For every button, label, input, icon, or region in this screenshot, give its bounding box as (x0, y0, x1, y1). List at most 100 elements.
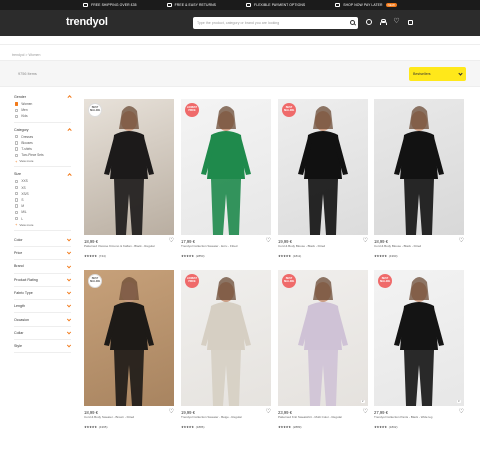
view-more-link[interactable]: + View more (14, 158, 71, 164)
return-icon (166, 3, 172, 7)
product-image[interactable]: BEST SELLING 2 (278, 270, 368, 406)
filter-option[interactable]: Kids (14, 113, 71, 119)
favorite-heart-icon[interactable]: ♡ (459, 238, 464, 244)
filter-group-collapsed[interactable]: Occasion (14, 313, 72, 327)
checkbox[interactable] (15, 198, 19, 202)
checkbox[interactable] (15, 216, 19, 221)
filter-group-header[interactable]: Category (14, 126, 72, 134)
star-rating-icon: ★★★★★ (278, 254, 291, 258)
checkbox[interactable] (15, 147, 19, 151)
product-image[interactable]: BEST SELLING (84, 99, 174, 235)
product-title[interactable]: Patterned Knit Sweatshirt - Multi Color … (278, 415, 366, 420)
logo[interactable]: trendyol (66, 16, 108, 28)
product-title[interactable]: Patterned Viscose Kimono & Kaftan - Blac… (84, 244, 172, 249)
filter-group-collapsed[interactable]: Product Rating (14, 274, 72, 287)
collapsed-filter-groups: Color Price Brand Product Rating Fabric Type… (14, 234, 72, 354)
model-silhouette (394, 106, 444, 235)
product-image[interactable]: LOWEST PRICE (181, 99, 271, 235)
plus-icon: + (15, 158, 18, 164)
product-rating: ★★★★★ (4390) (374, 254, 397, 258)
promo-item[interactable]: SHOP NOW PAY LATER NEW (335, 3, 397, 7)
star-rating-icon: ★★★★★ (181, 425, 194, 429)
promo-item[interactable]: FREE SHIPPING OVER £35 (83, 3, 137, 7)
product-title[interactable]: Trendyol Collection Sweater - Ecru - Fit… (181, 244, 269, 249)
favorite-heart-icon[interactable]: ♡ (363, 238, 368, 244)
search-bar[interactable] (193, 17, 358, 29)
wallet-icon (335, 3, 341, 7)
filter-group-title: Size (14, 172, 21, 177)
checkbox[interactable] (15, 141, 19, 145)
checkbox[interactable] (15, 153, 19, 157)
search-icon[interactable] (350, 20, 355, 25)
chevron-down-icon (458, 71, 463, 76)
checkbox[interactable] (15, 108, 19, 112)
checkbox[interactable] (15, 204, 19, 208)
new-badge: NEW (385, 3, 397, 7)
product-image[interactable]: BEST SELLING 3 (374, 270, 464, 406)
sort-dropdown[interactable]: Bestsellers (409, 67, 466, 81)
product-image[interactable] (374, 99, 464, 235)
favorite-heart-icon[interactable]: ♡ (169, 238, 174, 244)
filter-group-collapsed[interactable]: Style (14, 340, 72, 354)
chevron-down-icon (67, 317, 72, 321)
favorite-heart-icon[interactable]: ♡ (266, 238, 271, 244)
chevron-down-icon (67, 250, 72, 255)
rating-count: (4395) (98, 425, 108, 429)
chevron-down-icon (67, 330, 72, 335)
product-title[interactable]: Cord & Body Sweater - Brown - Fitted (84, 415, 172, 420)
view-more-label: View more (19, 159, 34, 164)
user-icon[interactable] (379, 18, 387, 25)
filter-group-collapsed[interactable]: Length (14, 300, 72, 314)
bag-icon[interactable] (407, 18, 414, 25)
globe-icon[interactable] (365, 18, 372, 25)
image-count: 2 (360, 400, 365, 403)
filter-group-collapsed[interactable]: Brand (14, 260, 72, 274)
product-badge: BEST SELLING (282, 103, 296, 117)
filter-group-collapsed[interactable]: Collar (14, 327, 72, 340)
divider (14, 166, 71, 168)
checkbox[interactable] (15, 210, 19, 215)
rating-count: (1811) (292, 254, 302, 258)
checkbox[interactable] (15, 192, 19, 196)
checkbox[interactable] (15, 179, 19, 184)
promo-item-label: FLEXIBLE PAYMENT OPTIONS (254, 3, 306, 7)
filter-group-collapsed[interactable]: Fabric Type (14, 287, 72, 301)
filter-group-header[interactable]: Size (14, 170, 72, 178)
favorite-heart-icon[interactable]: ♡ (266, 409, 271, 415)
filter-group-collapsed[interactable]: Color (14, 234, 72, 247)
heart-icon[interactable]: ♡ (393, 18, 400, 25)
favorite-heart-icon[interactable]: ♡ (363, 409, 368, 415)
product-title[interactable]: Cord & Body Blouse - Black - Fitted (278, 244, 366, 249)
filter-group-title: Gender (14, 95, 26, 99)
product-title[interactable]: Trendyol Collection Sweater - Beige - Re… (181, 415, 269, 420)
filter-group-collapsed[interactable]: Price (14, 247, 72, 261)
breadcrumb[interactable]: trendyol > Women (12, 53, 40, 57)
checkbox[interactable] (15, 185, 19, 190)
model-silhouette (201, 277, 251, 406)
product-price: 18,99 € (84, 238, 98, 244)
star-rating-icon: ★★★★★ (84, 425, 97, 429)
checkbox[interactable] (15, 134, 19, 139)
product-title[interactable]: Cord & Body Blouse - Black - Fitted (374, 244, 462, 249)
filter-group-title: Style (14, 344, 22, 349)
model-silhouette (104, 106, 154, 235)
view-more-link[interactable]: + View more (14, 222, 71, 228)
chevron-down-icon (67, 290, 72, 295)
model-silhouette (104, 277, 154, 406)
product-image[interactable]: BEST SELLING (84, 270, 174, 406)
checkbox[interactable] (15, 114, 19, 119)
product-image[interactable]: BEST SELLING (278, 99, 368, 235)
filter-option-label: S (21, 197, 24, 202)
rating-count: (1886) (195, 425, 205, 429)
checkbox[interactable] (15, 102, 19, 106)
filter-group-header[interactable]: Gender (14, 93, 72, 101)
promo-item[interactable]: FLEXIBLE PAYMENT OPTIONS (246, 3, 305, 7)
favorite-heart-icon[interactable]: ♡ (169, 409, 174, 415)
results-count: 9756 Items (18, 72, 37, 76)
promo-item-label: FREE SHIPPING OVER £35 (91, 3, 137, 7)
search-input[interactable] (197, 21, 347, 25)
favorite-heart-icon[interactable]: ♡ (459, 409, 464, 415)
promo-item[interactable]: FREE & EASY RETURNS (166, 3, 216, 7)
product-title[interactable]: Trendyol Collection Pants - Black - Wide… (374, 415, 462, 420)
product-image[interactable]: LOWEST PRICE (181, 270, 271, 406)
